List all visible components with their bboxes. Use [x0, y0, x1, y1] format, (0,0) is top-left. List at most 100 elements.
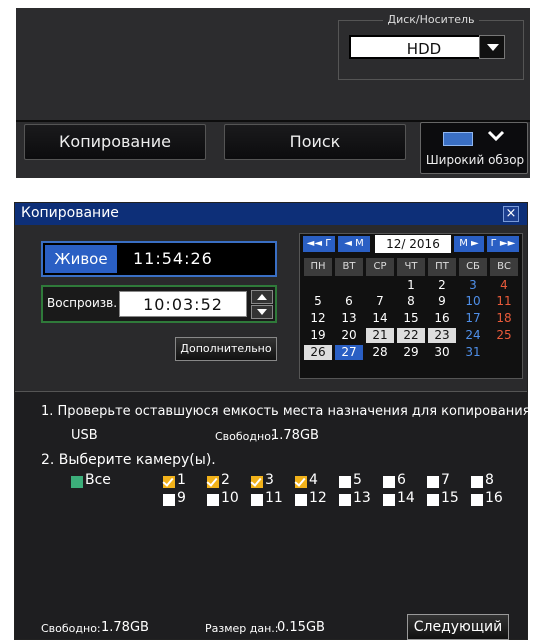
- playback-time-box: Воспроизв. 10:03:52: [41, 285, 277, 323]
- copy-tab[interactable]: Копирование: [24, 124, 206, 160]
- calendar-day[interactable]: 28: [366, 345, 394, 360]
- day-blank: [335, 362, 363, 377]
- camera-checkbox-11[interactable]: [251, 494, 263, 506]
- wide-view-button[interactable]: Широкий обзор: [420, 122, 528, 174]
- camera-label-11: 11: [265, 490, 283, 506]
- disk-select[interactable]: HDD: [349, 35, 499, 59]
- playback-time-input[interactable]: 10:03:52: [119, 291, 247, 317]
- live-label: Живое: [45, 245, 117, 273]
- calendar-day[interactable]: 3: [459, 278, 487, 293]
- weekday-0: ПН: [304, 258, 332, 276]
- calendar-day[interactable]: 6: [335, 294, 363, 309]
- camera-label-13: 13: [353, 490, 371, 506]
- calendar-day[interactable]: 12: [304, 311, 332, 326]
- footer-free-label: Свободно:: [41, 622, 101, 635]
- day-blank: [304, 362, 332, 377]
- dropdown-arrow-icon[interactable]: [479, 35, 505, 59]
- calendar-day[interactable]: 7: [366, 294, 394, 309]
- top-panel: Диск/Носитель HDD Копирование Поиск Широ…: [16, 8, 530, 178]
- data-size-value: 0.15GB: [277, 620, 325, 635]
- spin-up-button[interactable]: [251, 290, 273, 304]
- calendar-day[interactable]: 8: [397, 294, 425, 309]
- calendar-day[interactable]: 2: [428, 278, 456, 293]
- camera-checkbox-10[interactable]: [207, 494, 219, 506]
- next-year-button[interactable]: Г ►►: [487, 236, 519, 252]
- step2-text: 2. Выберите камеру(ы).: [41, 452, 216, 468]
- live-time-box: Живое 11:54:26: [41, 241, 277, 277]
- all-cameras-label: Все: [85, 472, 111, 488]
- calendar-day[interactable]: 1: [397, 278, 425, 293]
- all-cameras-checkbox[interactable]: [71, 476, 83, 488]
- camera-checkbox-3[interactable]: [251, 476, 263, 488]
- calendar-day[interactable]: 13: [335, 311, 363, 326]
- calendar-day[interactable]: 14: [366, 311, 394, 326]
- camera-label-6: 6: [397, 472, 406, 488]
- next-month-button[interactable]: М ►: [454, 236, 484, 252]
- day-blank: [397, 362, 425, 377]
- calendar-day[interactable]: 26: [304, 345, 332, 360]
- day-blank: [366, 278, 394, 293]
- camera-checkbox-13[interactable]: [339, 494, 351, 506]
- camera-checkbox-2[interactable]: [207, 476, 219, 488]
- screen-icon: [443, 132, 473, 146]
- camera-checkbox-4[interactable]: [295, 476, 307, 488]
- weekday-3: ЧТ: [397, 258, 425, 276]
- day-blank: [366, 362, 394, 377]
- calendar-day[interactable]: 20: [335, 328, 363, 343]
- spin-down-button[interactable]: [251, 305, 273, 319]
- copy-options-panel: 1. Проверьте оставшуюся емкость места на…: [15, 391, 535, 640]
- camera-label-4: 4: [309, 472, 318, 488]
- wide-view-label: Широкий обзор: [425, 153, 525, 167]
- camera-label-10: 10: [221, 490, 239, 506]
- camera-checkbox-6[interactable]: [383, 476, 395, 488]
- calendar-day[interactable]: 10: [459, 294, 487, 309]
- weekday-6: ВС: [490, 258, 518, 276]
- calendar-day[interactable]: 15: [397, 311, 425, 326]
- camera-label-12: 12: [309, 490, 327, 506]
- footer-free-value: 1.78GB: [101, 620, 149, 635]
- calendar-day[interactable]: 23: [428, 328, 456, 343]
- calendar-day[interactable]: 11: [490, 294, 518, 309]
- calendar-day[interactable]: 17: [459, 311, 487, 326]
- camera-checkbox-8[interactable]: [471, 476, 483, 488]
- camera-label-2: 2: [221, 472, 230, 488]
- calendar-day[interactable]: 21: [366, 328, 394, 343]
- calendar-day[interactable]: 16: [428, 311, 456, 326]
- calendar-day[interactable]: 27: [335, 345, 363, 360]
- weekday-5: СБ: [459, 258, 487, 276]
- calendar-day[interactable]: 22: [397, 328, 425, 343]
- data-size-label: Размер дан.:: [205, 622, 279, 635]
- camera-checkbox-14[interactable]: [383, 494, 395, 506]
- camera-checkbox-5[interactable]: [339, 476, 351, 488]
- calendar-day[interactable]: 9: [428, 294, 456, 309]
- camera-checkbox-16[interactable]: [471, 494, 483, 506]
- camera-checkbox-1[interactable]: [163, 476, 175, 488]
- prev-month-button[interactable]: ◄ М: [338, 236, 370, 252]
- camera-label-16: 16: [485, 490, 503, 506]
- prev-year-button[interactable]: ◄◄ Г: [303, 236, 335, 252]
- weekday-2: СР: [366, 258, 394, 276]
- day-blank: [490, 362, 518, 377]
- weekday-1: ВТ: [335, 258, 363, 276]
- close-button[interactable]: ×: [503, 206, 519, 222]
- calendar-day[interactable]: 24: [459, 328, 487, 343]
- advanced-button[interactable]: Дополнительно: [175, 337, 277, 361]
- camera-checkbox-12[interactable]: [295, 494, 307, 506]
- next-button[interactable]: Следующий: [407, 614, 509, 640]
- destination-label: USB: [71, 428, 98, 443]
- calendar-day[interactable]: 30: [428, 345, 456, 360]
- calendar-day[interactable]: 19: [304, 328, 332, 343]
- calendar-day[interactable]: 29: [397, 345, 425, 360]
- camera-label-7: 7: [441, 472, 450, 488]
- calendar-day[interactable]: 4: [490, 278, 518, 293]
- calendar-day[interactable]: 5: [304, 294, 332, 309]
- camera-checkbox-15[interactable]: [427, 494, 439, 506]
- live-time: 11:54:26: [133, 249, 213, 268]
- calendar-day[interactable]: 31: [459, 345, 487, 360]
- camera-checkbox-7[interactable]: [427, 476, 439, 488]
- search-tab[interactable]: Поиск: [224, 124, 406, 160]
- calendar-day[interactable]: 25: [490, 328, 518, 343]
- day-blank: [428, 362, 456, 377]
- camera-checkbox-9[interactable]: [163, 494, 175, 506]
- calendar-day[interactable]: 18: [490, 311, 518, 326]
